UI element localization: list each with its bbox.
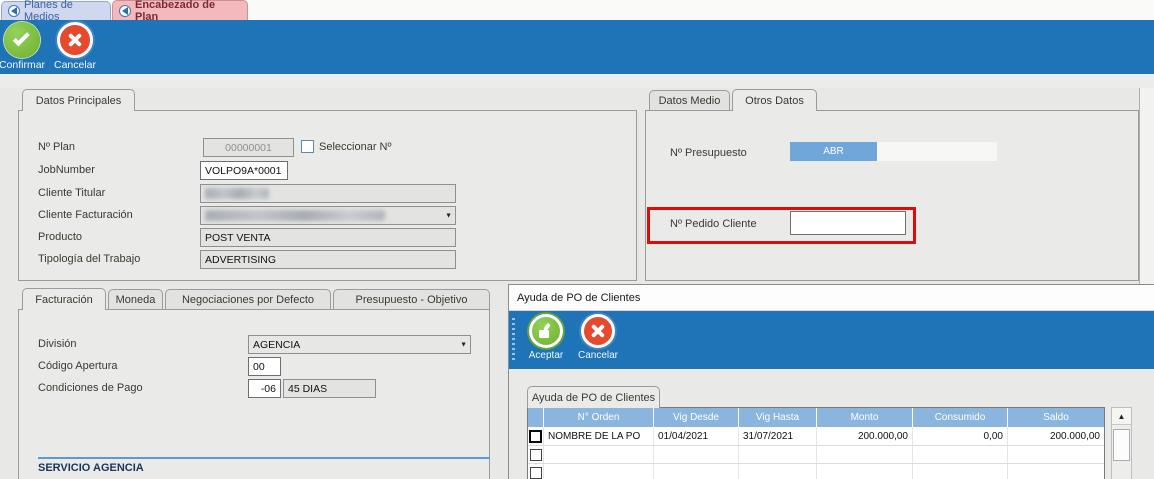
column-header[interactable]: N° Orden: [544, 408, 654, 427]
toolbar-substrip: [0, 74, 1154, 88]
tab-datos-principales[interactable]: Datos Principales: [22, 89, 135, 111]
tab-label: Encabezado de Plan: [135, 0, 237, 23]
tab-negociaciones[interactable]: Negociaciones por Defecto: [165, 289, 331, 310]
division-label: División: [38, 338, 77, 350]
row-checkbox[interactable]: [529, 430, 542, 443]
tab-moneda[interactable]: Moneda: [108, 289, 163, 310]
codigo-apertura-label: Código Apertura: [38, 360, 118, 372]
thumbs-up-icon: [529, 314, 563, 348]
po-window-title: Ayuda de PO de Clientes: [509, 285, 1154, 311]
cancelar-button[interactable]: Cancelar: [46, 22, 104, 72]
cliente-facturacion-combobox[interactable]: ▼: [200, 206, 456, 225]
po-toolbar: Aceptar Cancelar: [509, 311, 1154, 369]
po-help-window: Ayuda de PO de Clientes Aceptar Cancelar…: [508, 284, 1154, 479]
tab-label: Datos Principales: [36, 95, 122, 107]
cell-consumido: 0,00: [913, 427, 1008, 445]
column-header[interactable]: Saldo: [1008, 408, 1104, 427]
cancelar-label: Cancelar: [578, 350, 618, 361]
aceptar-label: Aceptar: [529, 350, 563, 361]
presupuesto-segment[interactable]: ABR: [790, 142, 877, 161]
toolbar-grip[interactable]: [512, 318, 515, 363]
codigo-apertura-field[interactable]: 00: [248, 357, 281, 376]
main-toolbar: Confirmar Cancelar: [0, 20, 1154, 74]
column-header[interactable]: Vig Hasta: [739, 408, 817, 427]
po-grid-header: N° Orden Vig Desde Vig Hasta Monto Consu…: [528, 408, 1104, 427]
tipologia-label: Tipología del Trabajo: [38, 253, 140, 265]
column-header[interactable]: Monto: [817, 408, 913, 427]
chevron-down-icon: ▼: [445, 212, 452, 219]
tab-label: Moneda: [116, 294, 156, 306]
cell-vig-desde: 01/04/2021: [654, 427, 739, 445]
tab-label: Ayuda de PO de Clientes: [532, 392, 655, 404]
cell-orden: NOMBRE DE LA PO: [544, 427, 654, 445]
cell-saldo: 200.000,00: [1008, 427, 1104, 445]
cliente-titular-field: [200, 184, 456, 203]
highlight-annotation: [647, 207, 916, 244]
cliente-titular-label: Cliente Titular: [38, 187, 105, 199]
jobnumber-label: JobNumber: [38, 164, 95, 176]
plan-field: 00000001: [203, 138, 294, 157]
tab-datos-medio[interactable]: Datos Medio: [649, 90, 730, 111]
aceptar-button[interactable]: Aceptar: [520, 314, 572, 368]
cancelar-button[interactable]: Cancelar: [572, 314, 624, 368]
section-divider: [38, 457, 490, 459]
seleccionar-checkbox[interactable]: [301, 140, 314, 153]
column-header[interactable]: Vig Desde: [654, 408, 739, 427]
confirmar-button[interactable]: Confirmar: [0, 22, 51, 72]
cell-monto: 200.000,00: [817, 427, 913, 445]
tab-facturacion[interactable]: Facturación: [22, 288, 106, 310]
servicio-agencia-heading: SERVICIO AGENCIA: [38, 462, 144, 474]
plan-label: Nº Plan: [38, 141, 75, 153]
presupuesto-label: Nº Presupuesto: [670, 147, 747, 159]
select-all-header[interactable]: [528, 408, 544, 427]
row-checkbox[interactable]: [530, 467, 542, 479]
producto-label: Producto: [38, 231, 82, 243]
tab-planes-de-medios[interactable]: Planes de Medios: [1, 1, 111, 20]
tab-ayuda-po-clientes[interactable]: Ayuda de PO de Clientes: [527, 386, 660, 408]
condiciones-pago-label: Condiciones de Pago: [38, 382, 143, 394]
condiciones-desc-field: 45 DIAS: [283, 379, 376, 398]
scroll-up-icon[interactable]: ▲: [1112, 408, 1131, 425]
document-tabbar: Planes de Medios Encabezado de Plan: [0, 0, 1154, 20]
confirmar-label: Confirmar: [0, 59, 45, 71]
tab-otros-datos[interactable]: Otros Datos: [732, 89, 817, 111]
plan-icon: [8, 5, 20, 17]
tab-label: Presupuesto - Objetivo: [356, 294, 468, 306]
row-checkbox[interactable]: [530, 449, 542, 461]
table-row[interactable]: [528, 445, 1104, 463]
tipologia-field: ADVERTISING: [200, 250, 456, 269]
chevron-down-icon: ▼: [460, 341, 467, 348]
tab-presupuesto-objetivo[interactable]: Presupuesto - Objetivo: [333, 289, 490, 310]
cell-vig-hasta: 31/07/2021: [739, 427, 817, 445]
seleccionar-label: Seleccionar Nº: [319, 141, 392, 153]
tab-label: Facturación: [35, 294, 92, 306]
tab-label: Otros Datos: [745, 95, 804, 107]
table-row[interactable]: NOMBRE DE LA PO 01/04/2021 31/07/2021 20…: [528, 427, 1104, 445]
cancel-icon: [57, 22, 93, 58]
blurred-value: [205, 210, 385, 221]
check-icon: [4, 22, 40, 58]
presupuesto-field[interactable]: [877, 142, 997, 161]
scrollbar-thumb[interactable]: [1113, 429, 1130, 461]
plan-icon: [119, 5, 131, 17]
app-window: Planes de Medios Encabezado de Plan Conf…: [0, 0, 1154, 479]
division-combobox[interactable]: AGENCIA ▼: [248, 335, 471, 354]
table-row[interactable]: [528, 463, 1104, 479]
condiciones-codigo-field[interactable]: -06: [248, 379, 281, 398]
po-grid: N° Orden Vig Desde Vig Hasta Monto Consu…: [527, 407, 1105, 479]
tab-label: Negociaciones por Defecto: [182, 294, 314, 306]
producto-field: POST VENTA: [200, 228, 456, 247]
cancelar-label: Cancelar: [54, 59, 96, 71]
otros-datos-panel: [645, 110, 1139, 281]
column-header[interactable]: Consumido: [913, 408, 1008, 427]
cliente-facturacion-label: Cliente Facturación: [38, 209, 133, 221]
jobnumber-field[interactable]: VOLPO9A*0001: [200, 161, 288, 180]
tab-encabezado-de-plan[interactable]: Encabezado de Plan: [112, 0, 248, 20]
cancel-icon: [581, 314, 615, 348]
blurred-value: [205, 188, 269, 199]
tab-label: Datos Medio: [659, 95, 721, 107]
grid-scrollbar[interactable]: ▲: [1111, 407, 1132, 479]
